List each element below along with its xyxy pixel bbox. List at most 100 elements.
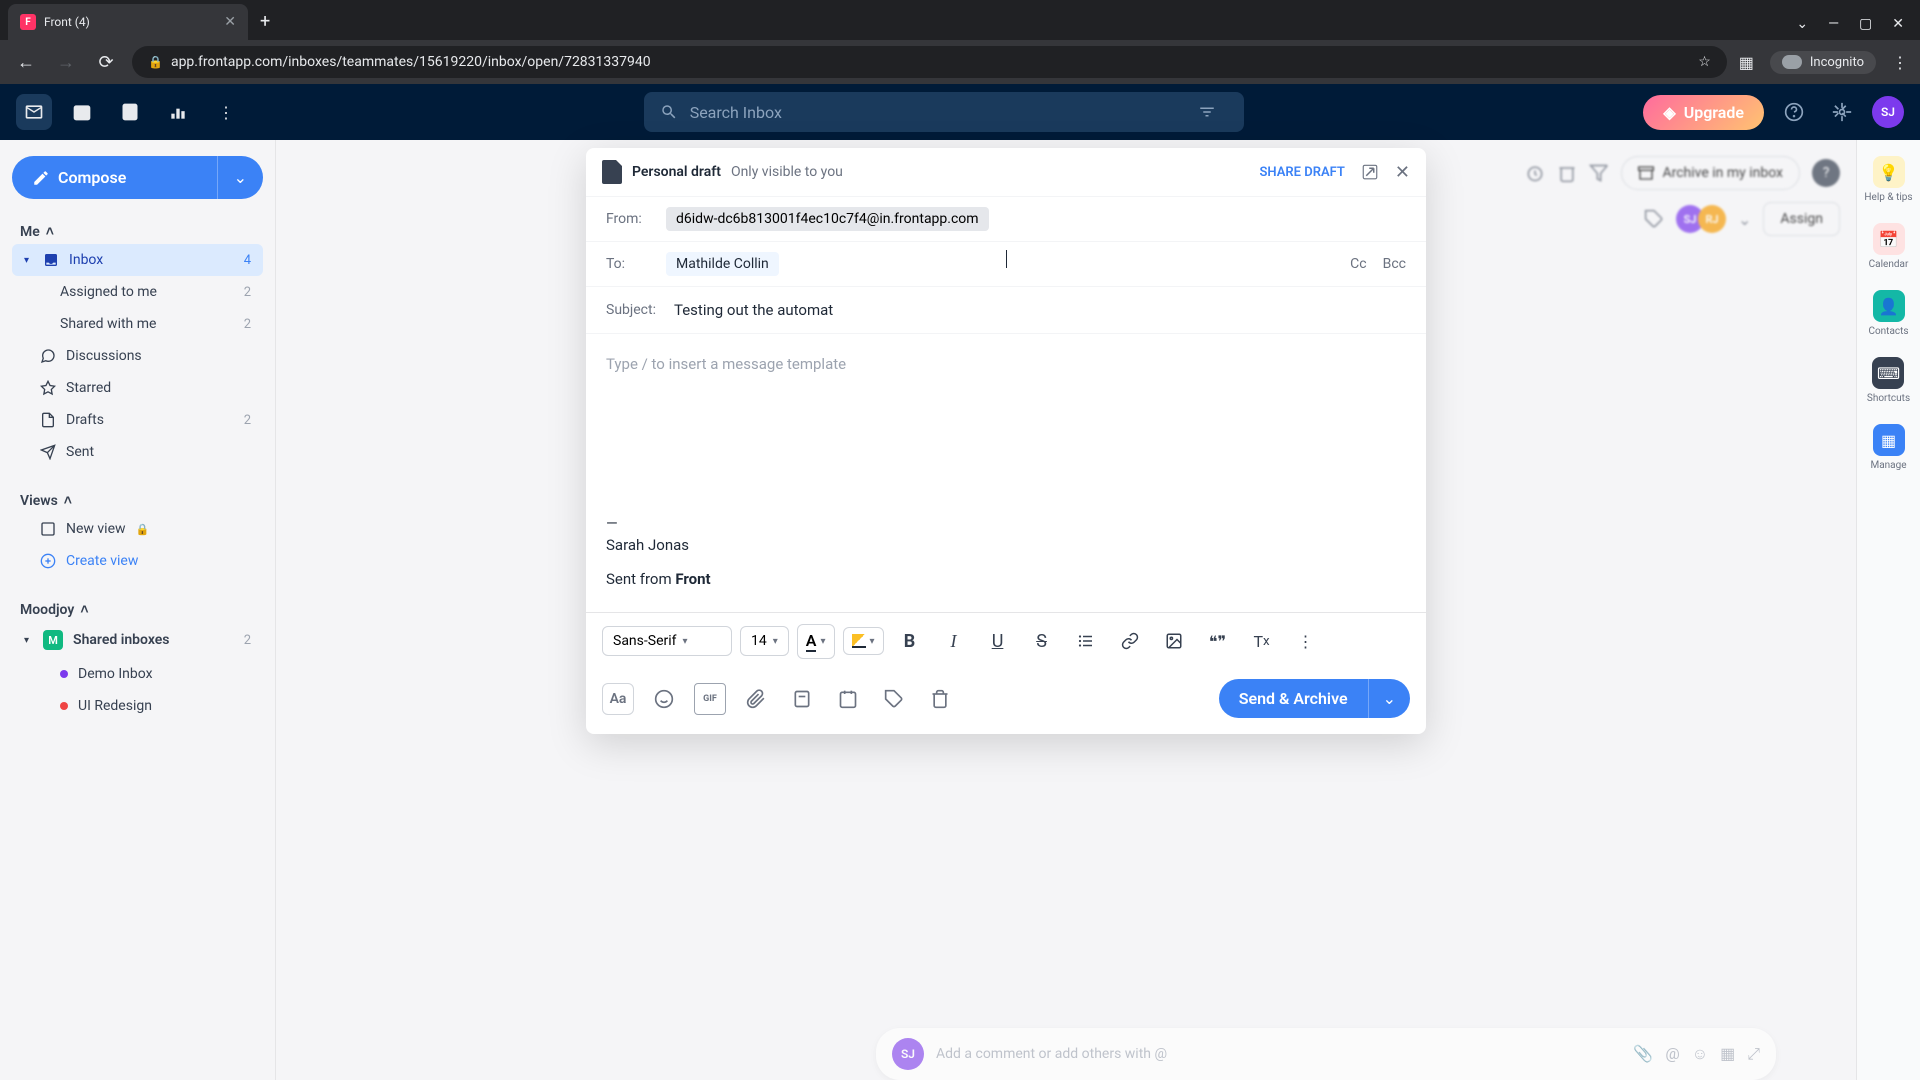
rail-help[interactable]: 💡 Help & tips [1864,156,1912,203]
user-avatar[interactable]: SJ [1872,96,1904,128]
gif-button[interactable]: GIF [694,683,726,715]
contacts-nav-icon[interactable] [112,94,148,130]
comment-bar[interactable]: SJ Add a comment or add others with @ 📎 … [876,1028,1776,1080]
more-format-icon[interactable]: ⋮ [1288,623,1324,659]
attach-button[interactable] [740,683,772,715]
sidebar-item-discussions[interactable]: Discussions [12,340,263,372]
sidebar-item-inbox[interactable]: ▾ Inbox 4 [12,244,263,276]
tabs-dropdown-icon[interactable]: ⌄ [1796,16,1808,32]
extensions-icon[interactable]: ▦ [1739,53,1754,72]
from-chip[interactable]: d6idw-dc6b813001f4ec10c7f4@in.frontapp.c… [666,207,989,231]
link-button[interactable] [1112,623,1148,659]
section-views[interactable]: Views ˄ [12,488,263,513]
send-button[interactable]: Send & Archive [1219,679,1368,718]
image-button[interactable] [1156,623,1192,659]
settings-icon[interactable] [1824,94,1860,130]
send-dropdown[interactable]: ⌄ [1368,679,1410,718]
highlight-button[interactable]: ▾ [843,627,884,655]
browser-menu-icon[interactable]: ⋮ [1892,53,1908,72]
url-bar[interactable]: 🔒 app.frontapp.com/inboxes/teammates/156… [132,46,1727,78]
sidebar-item-drafts[interactable]: Drafts 2 [12,404,263,436]
move-icon[interactable] [1589,163,1609,183]
help-circle-icon[interactable]: ? [1812,159,1840,187]
trash-icon[interactable] [1557,163,1577,183]
analytics-nav-icon[interactable] [160,94,196,130]
incognito-badge[interactable]: Incognito [1770,51,1876,74]
close-icon[interactable]: ✕ [1395,162,1410,183]
minimize-icon[interactable]: — [1828,16,1839,32]
subject-input[interactable] [674,301,1406,319]
tag-icon[interactable] [1644,209,1664,229]
bold-button[interactable]: B [892,623,928,659]
emoji-button[interactable] [648,683,680,715]
draft-subtitle: Only visible to you [731,164,843,180]
sidebar-item-assigned[interactable]: Assigned to me 2 [12,276,263,308]
to-chip[interactable]: Mathilde Collin [666,252,779,276]
rail-shortcuts[interactable]: ⌨ Shortcuts [1867,357,1910,404]
sidebar-item-shared-inboxes[interactable]: ▾ M Shared inboxes 2 [12,622,263,658]
section-me[interactable]: Me ˄ [12,219,263,244]
maximize-icon[interactable]: ▢ [1859,16,1872,32]
compose-dropdown[interactable]: ⌄ [217,156,263,199]
tab-close-icon[interactable]: ✕ [224,14,236,30]
expand-icon[interactable]: ⤢ [1747,1044,1760,1064]
attach-icon[interactable]: 📎 [1633,1044,1653,1064]
rail-calendar[interactable]: 📅 Calendar [1869,223,1909,270]
strikethrough-button[interactable]: S [1024,623,1060,659]
snooze-icon[interactable] [1525,163,1545,183]
italic-button[interactable]: I [936,623,972,659]
underline-button[interactable]: U [980,623,1016,659]
emoji-icon[interactable]: ☺ [1692,1044,1708,1064]
template-button[interactable] [786,683,818,715]
list-button[interactable] [1068,623,1104,659]
lock-icon: 🔒 [148,55,163,69]
calendar-nav-icon[interactable] [64,94,100,130]
more-nav-icon[interactable]: ⋮ [208,94,244,130]
comment-placeholder: Add a comment or add others with @ [936,1046,1621,1062]
schedule-button[interactable] [832,683,864,715]
compose-body[interactable]: Type / to insert a message template [586,334,1426,514]
rail-manage[interactable]: ▦ Manage [1870,424,1906,471]
chevron-down-icon[interactable]: ⌄ [1738,210,1751,229]
cc-button[interactable]: Cc [1350,256,1366,272]
section-moodjoy[interactable]: Moodjoy ˄ [12,597,263,622]
assign-button[interactable]: Assign [1763,202,1840,236]
subject-field[interactable]: Subject: [586,287,1426,334]
to-field[interactable]: To: Mathilde Collin Cc Bcc [586,242,1426,287]
sidebar-item-create-view[interactable]: Create view [12,545,263,577]
font-select[interactable]: Sans-Serif ▾ [602,626,732,656]
upgrade-button[interactable]: ◈ Upgrade [1643,95,1764,130]
expand-icon[interactable] [1361,163,1379,181]
inbox-nav-icon[interactable] [16,94,52,130]
sidebar-item-new-view[interactable]: New view 🔒 [12,513,263,545]
filter-icon[interactable] [1198,103,1228,121]
new-tab-button[interactable]: + [260,11,270,32]
reload-icon[interactable]: ⟳ [92,52,120,73]
search-bar[interactable]: Search Inbox [644,92,1244,132]
text-color-button[interactable]: A ▾ [797,624,835,659]
sidebar-item-starred[interactable]: Starred [12,372,263,404]
size-select[interactable]: 14 ▾ [740,626,789,656]
bookmark-icon[interactable]: ☆ [1698,54,1711,70]
tag-button[interactable] [878,683,910,715]
sidebar-item-sent[interactable]: Sent [12,436,263,468]
browser-tab[interactable]: F Front (4) ✕ [8,4,248,40]
schedule-icon[interactable]: ▦ [1720,1044,1735,1064]
share-draft-button[interactable]: SHARE DRAFT [1259,165,1344,180]
text-format-toggle[interactable]: Aa [602,683,634,715]
quote-button[interactable]: ❝❞ [1200,623,1236,659]
sidebar-item-shared[interactable]: Shared with me 2 [12,308,263,340]
discard-button[interactable] [924,683,956,715]
help-icon[interactable] [1776,94,1812,130]
mention-icon[interactable]: @ [1665,1044,1679,1064]
bcc-button[interactable]: Bcc [1383,256,1406,272]
close-window-icon[interactable]: ✕ [1892,16,1904,32]
compose-button[interactable]: Compose [12,156,217,199]
assignee-avatar[interactable]: RJ [1698,205,1726,233]
sidebar-item-demo-inbox[interactable]: Demo Inbox [12,658,263,690]
rail-contacts[interactable]: 👤 Contacts [1868,290,1908,337]
clear-format-button[interactable]: Tx [1244,623,1280,659]
archive-button[interactable]: Archive in my inbox [1621,156,1800,190]
sidebar-item-ui-redesign[interactable]: UI Redesign [12,690,263,722]
back-icon[interactable]: ← [12,52,40,73]
